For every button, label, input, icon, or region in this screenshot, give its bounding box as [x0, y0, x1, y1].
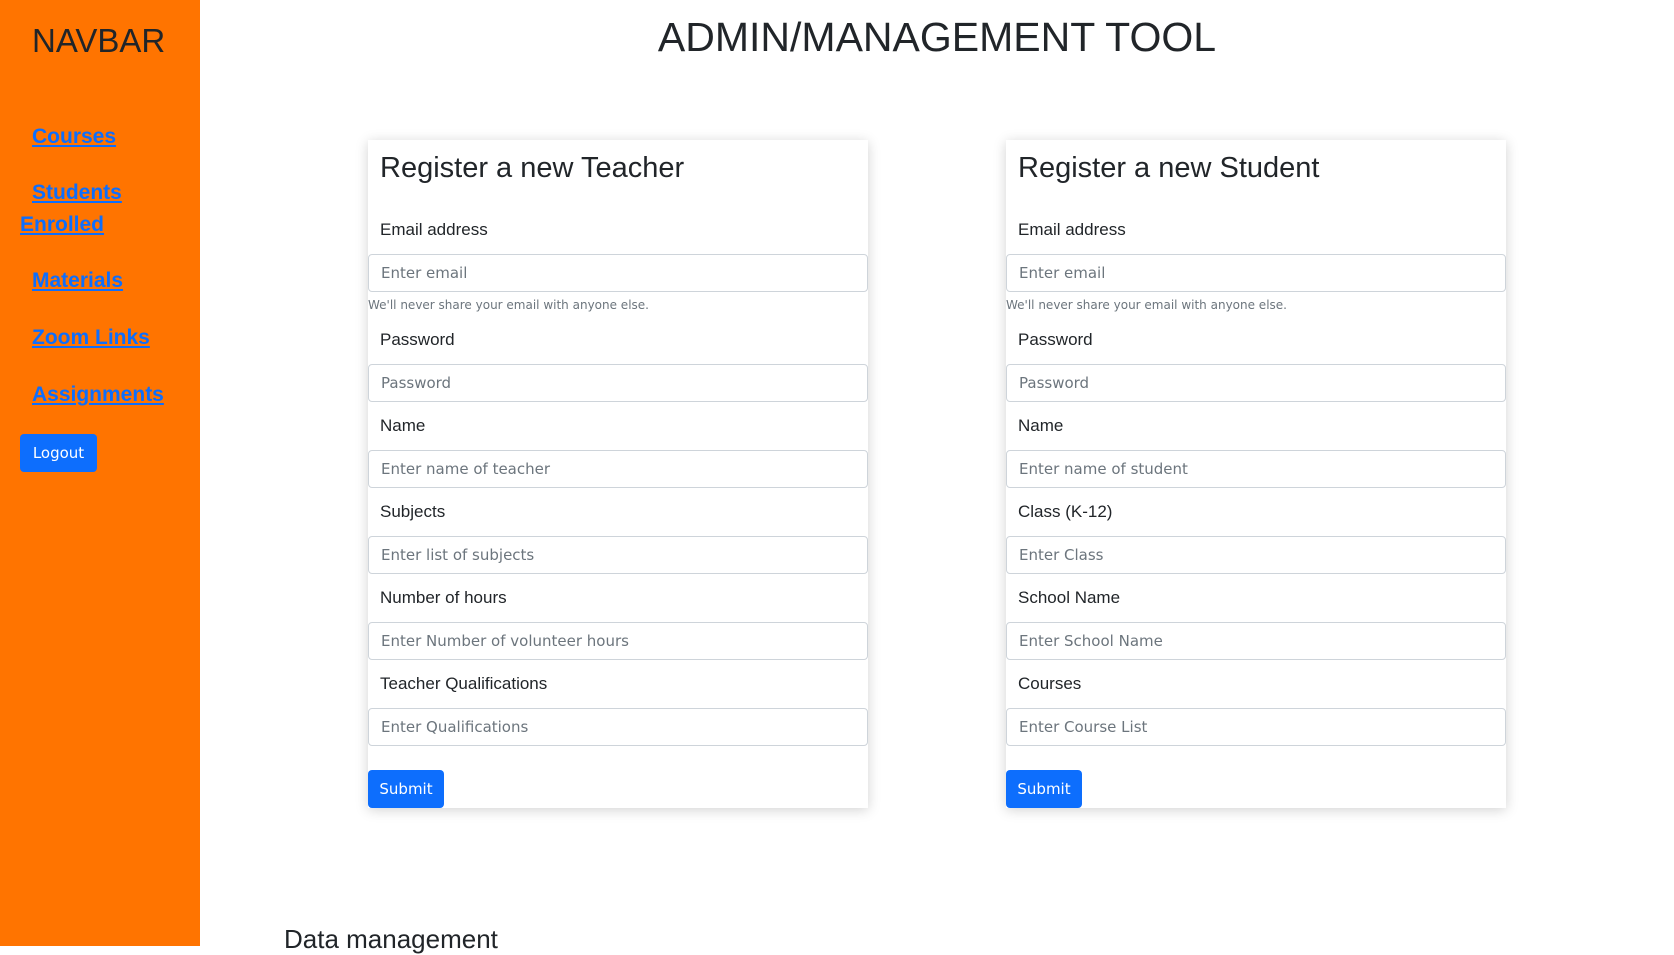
teacher-card-title: Register a new Teacher — [380, 152, 685, 184]
student-school-input[interactable] — [1006, 622, 1506, 660]
teacher-password-input[interactable] — [368, 364, 868, 402]
teacher-registration-card: Register a new Teacher Email address We'… — [368, 140, 868, 808]
student-courses-label: Courses — [1018, 674, 1082, 693]
student-courses-input[interactable] — [1006, 708, 1506, 746]
nav-link-students-label-line1: Students — [32, 181, 122, 204]
nav-link-assignments[interactable]: Assignments — [32, 379, 164, 411]
sidebar: NAVBAR Courses Students Enrolled Materia… — [0, 0, 200, 946]
teacher-subjects-label: Subjects — [380, 502, 446, 521]
student-name-input[interactable] — [1006, 450, 1506, 488]
student-card-title: Register a new Student — [1018, 152, 1320, 184]
student-registration-card: Register a new Student Email address We'… — [1006, 140, 1506, 808]
teacher-name-input[interactable] — [368, 450, 868, 488]
teacher-submit-button[interactable]: Submit — [368, 770, 444, 808]
nav-link-courses-label: Courses — [32, 125, 117, 148]
student-email-label: Email address — [1018, 220, 1126, 239]
student-password-input[interactable] — [1006, 364, 1506, 402]
student-email-input[interactable] — [1006, 254, 1506, 292]
nav-link-materials-label: Materials — [32, 269, 124, 292]
page-title: ADMIN/MANAGEMENT TOOL — [657, 14, 1217, 60]
nav-link-zoom-links-label: Zoom Links — [32, 326, 150, 349]
nav-link-materials[interactable]: Materials — [32, 265, 123, 297]
student-submit-button[interactable]: Submit — [1006, 770, 1082, 808]
navbar-brand: NAVBAR — [32, 22, 166, 59]
nav-link-students-enrolled[interactable]: Students Enrolled — [20, 177, 122, 241]
student-school-label: School Name — [1018, 588, 1121, 607]
teacher-qualifications-label: Teacher Qualifications — [380, 674, 548, 693]
teacher-email-input[interactable] — [368, 254, 868, 292]
teacher-password-label: Password — [380, 330, 455, 349]
teacher-name-label: Name — [380, 416, 426, 435]
teacher-email-help-text: We'll never share your email with anyone… — [368, 298, 649, 312]
teacher-hours-input[interactable] — [368, 622, 868, 660]
student-password-label: Password — [1018, 330, 1093, 349]
teacher-hours-label: Number of hours — [380, 588, 507, 607]
nav-link-assignments-label: Assignments — [32, 383, 164, 406]
student-class-label: Class (K-12) — [1018, 502, 1113, 521]
student-email-help-text: We'll never share your email with anyone… — [1006, 298, 1287, 312]
nav-link-students-label-line2: Enrolled — [20, 213, 105, 236]
teacher-email-label: Email address — [380, 220, 488, 239]
nav-link-courses[interactable]: Courses — [32, 121, 116, 153]
data-management-heading: Data management — [284, 924, 498, 954]
logout-button[interactable]: Logout — [20, 434, 97, 472]
teacher-subjects-input[interactable] — [368, 536, 868, 574]
student-name-label: Name — [1018, 416, 1064, 435]
nav-link-zoom-links[interactable]: Zoom Links — [32, 322, 150, 354]
student-class-input[interactable] — [1006, 536, 1506, 574]
teacher-qualifications-input[interactable] — [368, 708, 868, 746]
